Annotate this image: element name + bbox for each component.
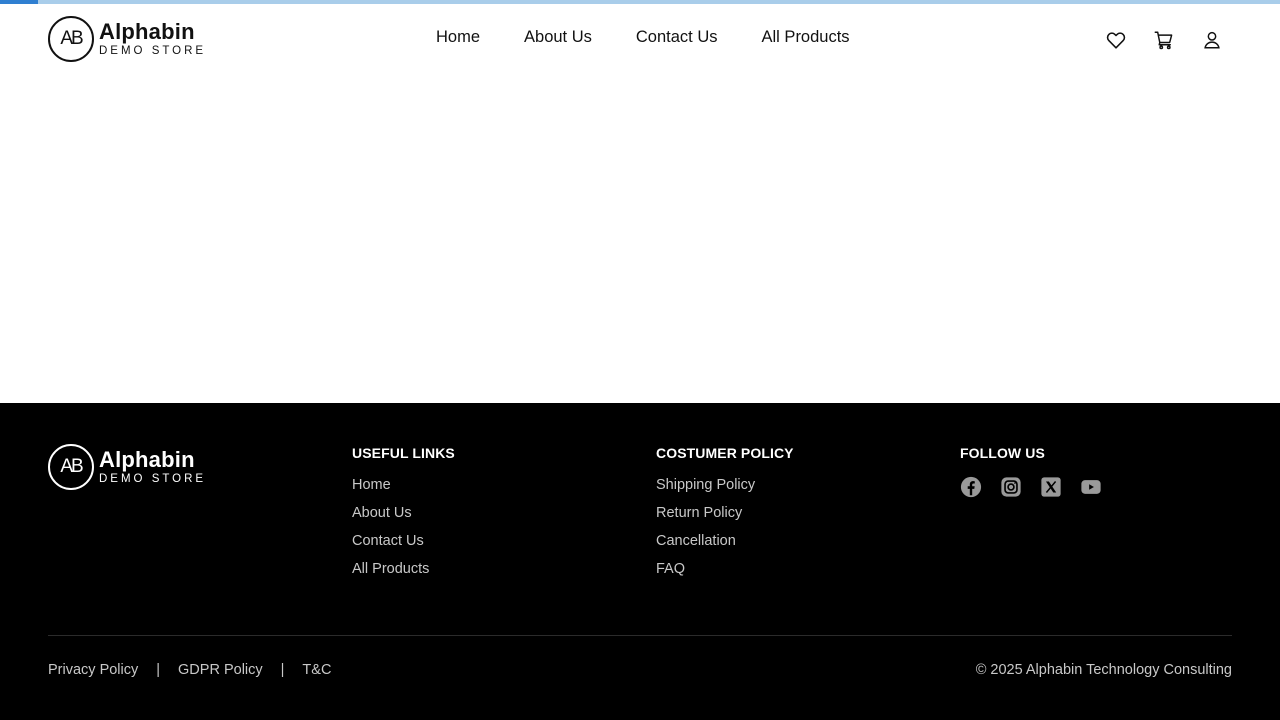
useful-links-heading: USEFUL LINKS xyxy=(352,445,455,461)
customer-policy-heading: COSTUMER POLICY xyxy=(656,445,794,461)
heart-icon[interactable] xyxy=(1104,28,1128,52)
cart-icon[interactable] xyxy=(1152,28,1176,52)
nav-home[interactable]: Home xyxy=(436,28,480,47)
footer-logo-mark-icon: AB xyxy=(48,444,94,490)
social-links xyxy=(960,476,1102,498)
logo-mark-icon: AB xyxy=(48,16,94,62)
useful-links-column: USEFUL LINKS Home About Us Contact Us Al… xyxy=(352,445,455,588)
legal-separator: | xyxy=(156,662,161,678)
youtube-icon[interactable] xyxy=(1080,476,1102,498)
copyright-text: © 2025 Alphabin Technology Consulting xyxy=(975,662,1232,678)
follow-us-column: FOLLOW US xyxy=(960,445,1102,498)
footer-link-about-us[interactable]: About Us xyxy=(352,505,412,521)
user-icon[interactable] xyxy=(1200,28,1224,52)
legal-separator: | xyxy=(280,662,285,678)
footer-divider xyxy=(48,635,1232,636)
footer-link-return-policy[interactable]: Return Policy xyxy=(656,505,742,521)
follow-us-heading: FOLLOW US xyxy=(960,445,1045,461)
gdpr-policy-link[interactable]: GDPR Policy xyxy=(178,662,263,678)
main-nav: Home About Us Contact Us All Products xyxy=(436,28,850,47)
footer-logo-tagline: DEMO STORE xyxy=(99,472,207,485)
customer-policy-column: COSTUMER POLICY Shipping Policy Return P… xyxy=(656,445,794,588)
header-logo[interactable]: AB Alphabin DEMO STORE xyxy=(48,16,206,62)
site-header: AB Alphabin DEMO STORE Home About Us Con… xyxy=(0,4,1280,76)
header-actions xyxy=(1104,28,1224,52)
logo-tagline: DEMO STORE xyxy=(99,44,207,57)
footer-link-home[interactable]: Home xyxy=(352,477,391,493)
footer-logo[interactable]: AB Alphabin DEMO STORE xyxy=(48,444,206,490)
facebook-icon[interactable] xyxy=(960,476,982,498)
x-icon[interactable] xyxy=(1040,476,1062,498)
footer-link-all-products[interactable]: All Products xyxy=(352,561,429,577)
footer-link-cancellation[interactable]: Cancellation xyxy=(656,533,736,549)
site-footer: AB Alphabin DEMO STORE USEFUL LINKS Home… xyxy=(0,403,1280,720)
instagram-icon[interactable] xyxy=(1000,476,1022,498)
privacy-policy-link[interactable]: Privacy Policy xyxy=(48,662,138,678)
footer-link-faq[interactable]: FAQ xyxy=(656,561,685,577)
nav-all-products[interactable]: All Products xyxy=(762,28,850,47)
legal-links: Privacy Policy | GDPR Policy | T&C xyxy=(48,662,331,678)
terms-link[interactable]: T&C xyxy=(302,662,331,678)
footer-logo-name: Alphabin xyxy=(99,446,195,472)
logo-name: Alphabin xyxy=(99,18,195,44)
footer-link-shipping-policy[interactable]: Shipping Policy xyxy=(656,477,755,493)
footer-link-contact-us[interactable]: Contact Us xyxy=(352,533,424,549)
nav-about-us[interactable]: About Us xyxy=(524,28,592,47)
nav-contact-us[interactable]: Contact Us xyxy=(636,28,718,47)
